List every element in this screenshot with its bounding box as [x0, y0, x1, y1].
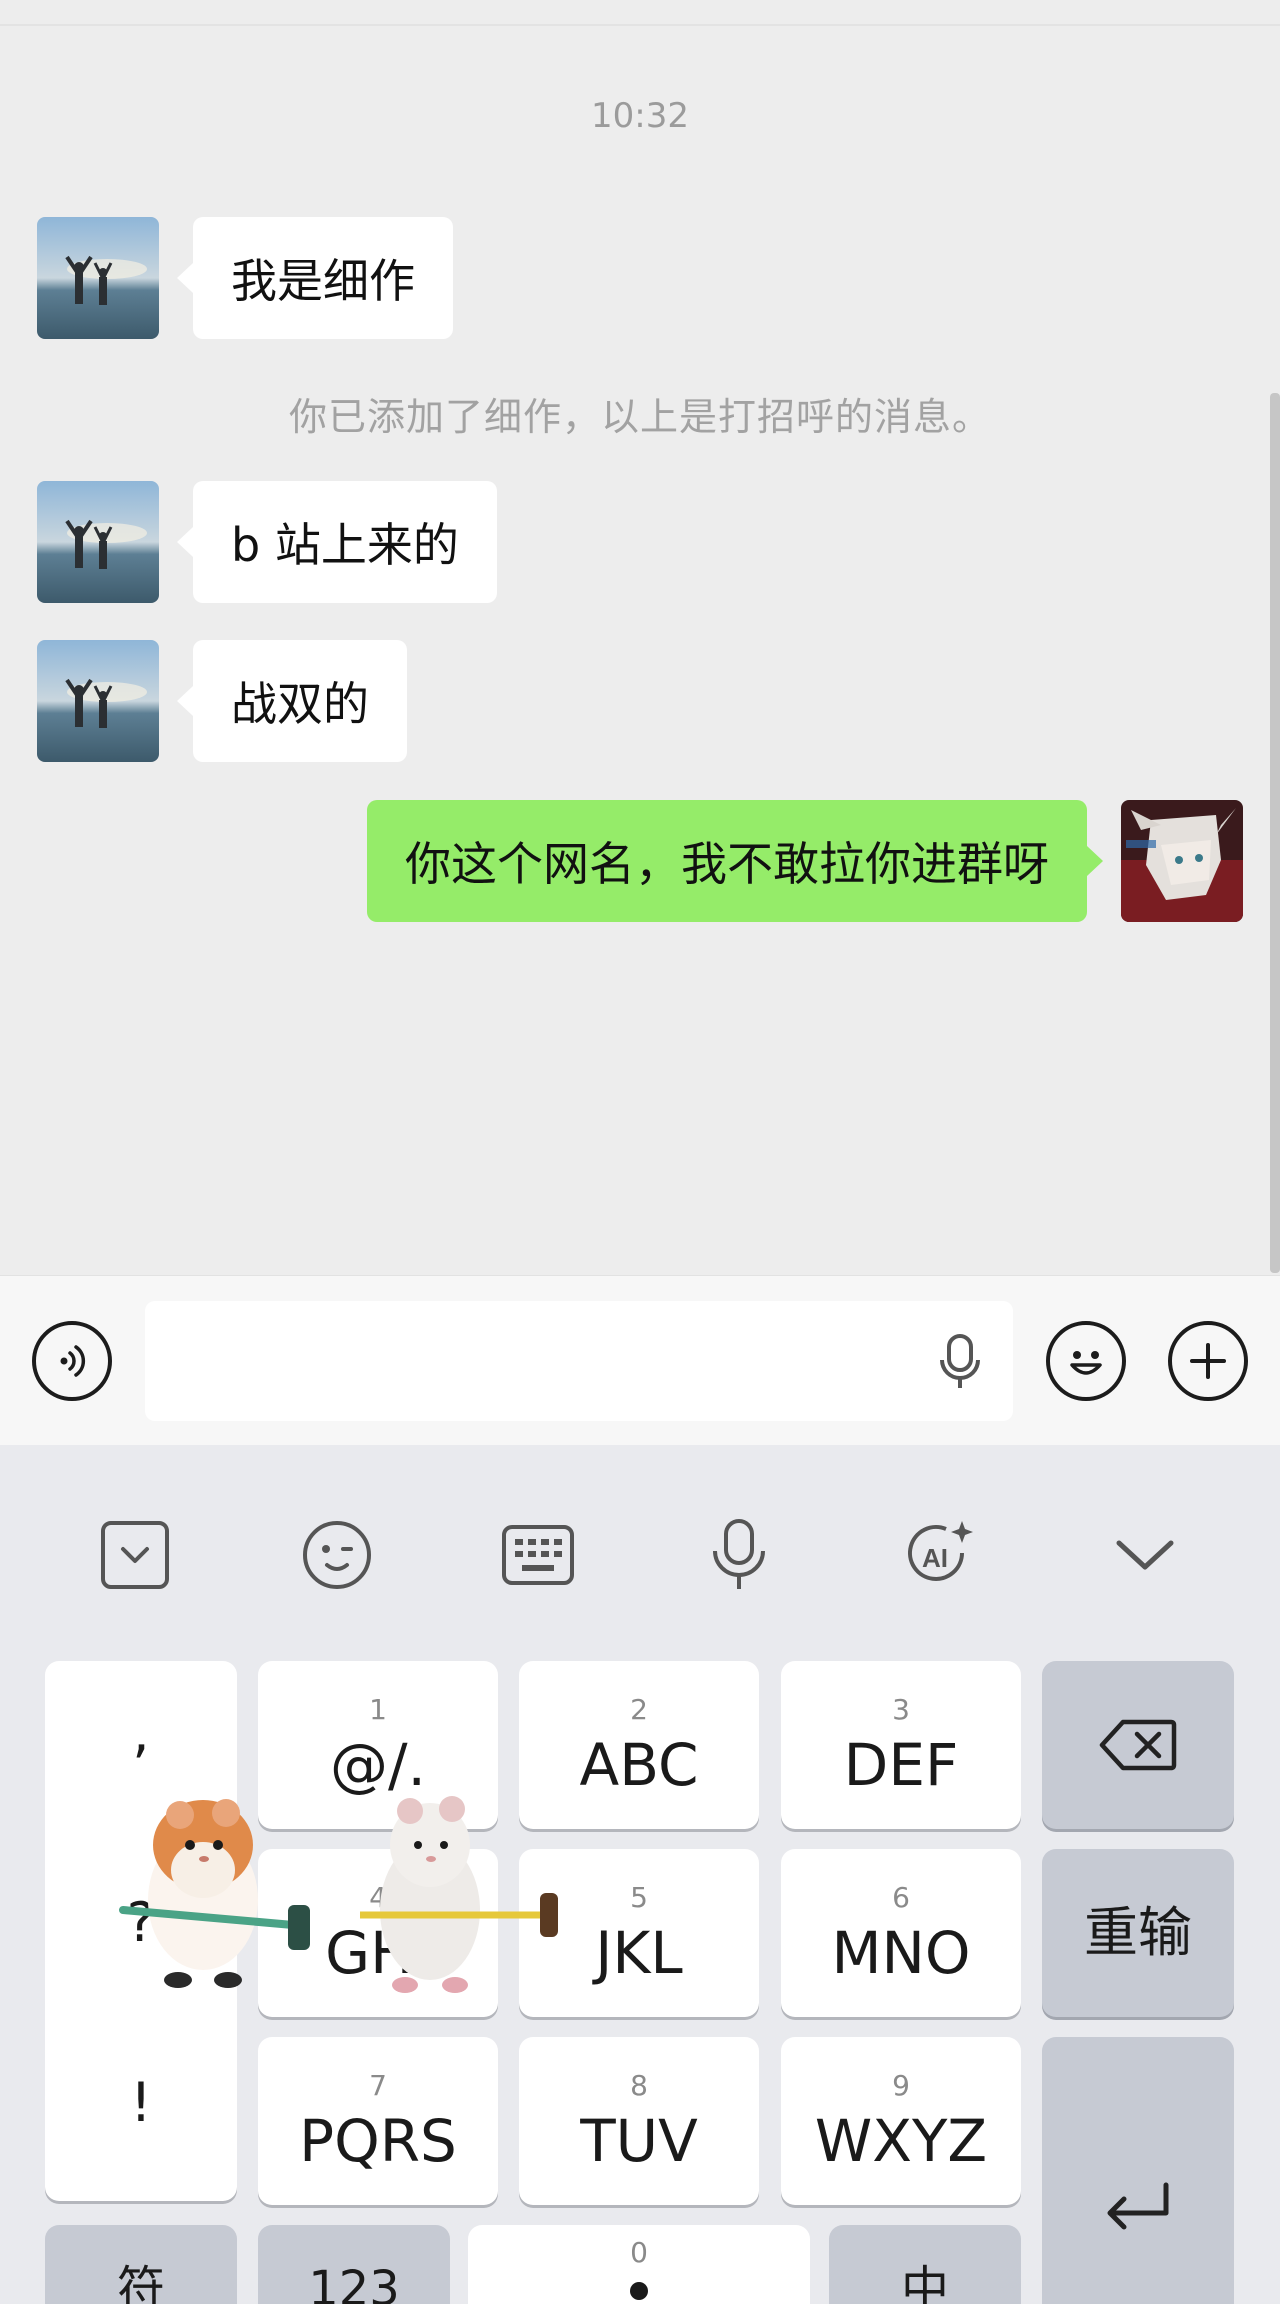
ime-keyboard: AI , ? ! 1 @/. 2 ABC 3 DEF 4 GHI 5 JKL 6… — [0, 1445, 1280, 2304]
key-6[interactable]: 6 MNO — [781, 1849, 1021, 2017]
voice-toggle-button[interactable] — [32, 1321, 112, 1401]
emoji-face-icon[interactable] — [297, 1515, 377, 1595]
punctuation-exclaim[interactable]: ! — [45, 2071, 237, 2134]
message-bubble-outgoing[interactable]: 你这个网名，我不敢拉你进群呀 — [367, 800, 1103, 922]
chat-scrollbar[interactable] — [1270, 393, 1280, 1273]
keyboard-icon[interactable] — [498, 1515, 578, 1595]
contact-avatar[interactable] — [37, 217, 159, 339]
key-3[interactable]: 3 DEF — [781, 1661, 1021, 1829]
voice-icon — [60, 1345, 86, 1377]
space-key[interactable]: 0 — [468, 2225, 810, 2304]
emoji-icon — [1070, 1351, 1102, 1375]
chevron-down-icon[interactable] — [1105, 1515, 1185, 1595]
my-avatar[interactable] — [1121, 800, 1243, 922]
more-button[interactable] — [1168, 1321, 1248, 1401]
hamster-sticker-icon — [360, 1796, 558, 1993]
message-bubble-incoming[interactable]: b 站上来的 — [177, 481, 497, 603]
language-key[interactable]: 中 — [829, 2225, 1021, 2304]
space-dot-icon — [630, 2282, 648, 2300]
chat-area: 10:32 我是细作 你已添加了细作，以上是打招呼的消息。 b 站上来的 战双的… — [0, 0, 1280, 1275]
message-bubble-incoming[interactable]: 战双的 — [177, 640, 407, 762]
message-bubble-incoming[interactable]: 我是细作 — [177, 217, 453, 339]
key-7[interactable]: 7 PQRS — [258, 2037, 498, 2205]
hamster-sticker-icon — [119, 1799, 310, 1988]
ai-icon[interactable]: AI — [900, 1515, 980, 1595]
enter-key[interactable] — [1042, 2037, 1234, 2304]
message-row-incoming: b 站上来的 — [37, 481, 497, 603]
input-bar — [0, 1275, 1280, 1445]
emoji-button[interactable] — [1046, 1321, 1126, 1401]
punctuation-comma[interactable]: , — [45, 1701, 237, 1764]
contact-avatar[interactable] — [37, 640, 159, 762]
key-8[interactable]: 8 TUV — [519, 2037, 759, 2205]
reset-key[interactable]: 重输 — [1042, 1849, 1234, 2017]
system-notice: 你已添加了细作，以上是打招呼的消息。 — [288, 395, 991, 439]
enter-icon — [1107, 2182, 1169, 2230]
backspace-key[interactable] — [1042, 1661, 1234, 1829]
svg-text:AI: AI — [922, 1543, 948, 1573]
mic-icon[interactable] — [699, 1515, 779, 1595]
message-input[interactable] — [145, 1301, 1013, 1421]
message-row-incoming: 我是细作 — [37, 217, 453, 339]
collapse-icon[interactable] — [95, 1515, 175, 1595]
message-row-outgoing: 你这个网名，我不敢拉你进群呀 — [367, 800, 1243, 922]
plus-icon — [1190, 1343, 1226, 1379]
number-key[interactable]: 123 — [258, 2225, 450, 2304]
symbol-key[interactable]: 符 — [45, 2225, 237, 2304]
message-row-incoming: 战双的 — [37, 640, 407, 762]
backspace-icon — [1099, 1719, 1177, 1771]
contact-avatar[interactable] — [37, 481, 159, 603]
mic-icon[interactable] — [932, 1332, 988, 1396]
key-9[interactable]: 9 WXYZ — [781, 2037, 1021, 2205]
message-timestamp: 10:32 — [591, 96, 689, 136]
header-divider — [0, 24, 1280, 26]
